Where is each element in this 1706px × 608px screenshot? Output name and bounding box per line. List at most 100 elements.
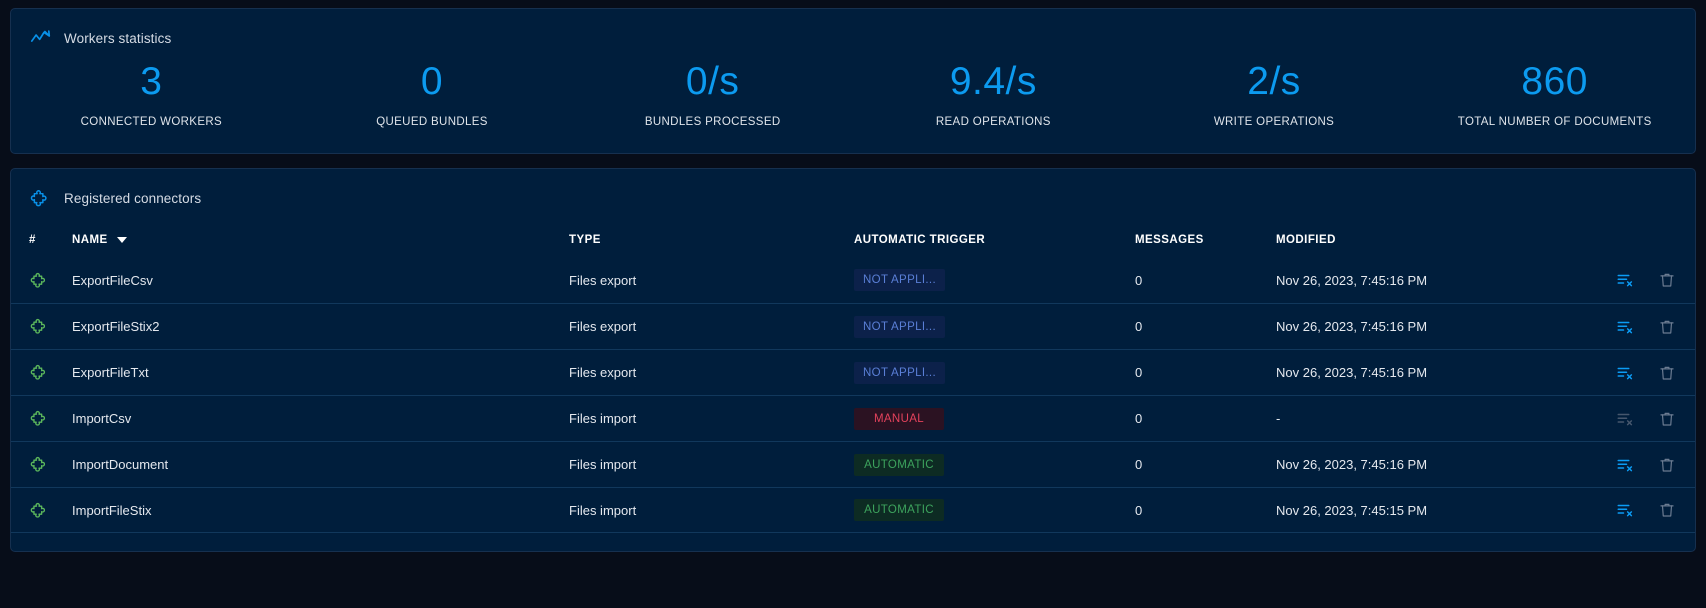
row-messages: 0 <box>1135 503 1276 518</box>
puzzle-piece-icon <box>29 455 49 475</box>
row-modified: Nov 26, 2023, 7:45:16 PM <box>1276 273 1567 288</box>
stat-label: Connected workers <box>11 116 292 128</box>
status-badge: Not appli... <box>854 362 945 384</box>
delete-icon[interactable] <box>1657 455 1677 475</box>
column-header-index[interactable]: # <box>29 234 72 246</box>
table-header-row: # Name Type Automatic trigger Messages M… <box>11 223 1695 257</box>
puzzle-piece-icon <box>29 317 49 337</box>
row-name: ImportCsv <box>72 411 569 426</box>
table-body: ExportFileCsv Files export Not appli... … <box>11 257 1695 533</box>
stat-read-operations: 9.4/s Read operations <box>853 53 1134 128</box>
row-trigger-cell: Not appli... <box>854 316 1135 338</box>
stat-bundles-processed: 0/s Bundles processed <box>572 53 853 128</box>
table-row-exportfiletxt[interactable]: ExportFileTxt Files export Not appli... … <box>11 349 1695 395</box>
row-modified: Nov 26, 2023, 7:45:16 PM <box>1276 457 1567 472</box>
row-name: ExportFileStix2 <box>72 319 569 334</box>
stat-value: 3 <box>11 59 292 105</box>
status-badge: Manual <box>854 408 944 430</box>
row-type: Files import <box>569 503 854 518</box>
clear-messages-icon[interactable] <box>1615 270 1635 290</box>
row-messages: 0 <box>1135 411 1276 426</box>
row-type: Files export <box>569 273 854 288</box>
row-actions <box>1567 317 1677 337</box>
table-row-importdocument[interactable]: ImportDocument Files import Automatic 0 … <box>11 441 1695 487</box>
stat-label: Write operations <box>1134 116 1415 128</box>
dashboard-page: Workers statistics 3 Connected workers 0… <box>0 0 1706 552</box>
row-trigger-cell: Automatic <box>854 499 1135 521</box>
row-icon-cell <box>29 270 72 290</box>
row-actions <box>1567 270 1677 290</box>
table-row-importfilestix[interactable]: ImportFileStix Files import Automatic 0 … <box>11 487 1695 533</box>
row-type: Files export <box>569 319 854 334</box>
stat-label: Total number of documents <box>1414 116 1695 128</box>
stat-value: 9.4/s <box>853 59 1134 105</box>
delete-icon[interactable] <box>1657 409 1677 429</box>
stat-label: Bundles processed <box>572 116 853 128</box>
table-row-importcsv[interactable]: ImportCsv Files import Manual 0 - <box>11 395 1695 441</box>
stat-value: 2/s <box>1134 59 1415 105</box>
puzzle-piece-icon <box>29 500 49 520</box>
status-badge: Automatic <box>854 454 944 476</box>
stat-value: 860 <box>1414 59 1695 105</box>
column-header-messages[interactable]: Messages <box>1135 234 1276 246</box>
row-name: ImportFileStix <box>72 503 569 518</box>
row-actions <box>1567 409 1677 429</box>
row-name: ImportDocument <box>72 457 569 472</box>
row-actions <box>1567 363 1677 383</box>
row-messages: 0 <box>1135 319 1276 334</box>
chevron-down-icon <box>117 237 127 243</box>
row-modified: Nov 26, 2023, 7:45:15 PM <box>1276 503 1567 518</box>
delete-icon[interactable] <box>1657 270 1677 290</box>
status-badge: Automatic <box>854 499 944 521</box>
stat-connected-workers: 3 Connected workers <box>11 53 292 128</box>
row-modified: Nov 26, 2023, 7:45:16 PM <box>1276 319 1567 334</box>
clear-messages-icon[interactable] <box>1615 317 1635 337</box>
workers-statistics-header: Workers statistics <box>11 9 1695 49</box>
stat-label: Queued bundles <box>292 116 573 128</box>
row-trigger-cell: Manual <box>854 408 1135 430</box>
row-type: Files export <box>569 365 854 380</box>
status-badge: Not appli... <box>854 316 945 338</box>
registered-connectors-header: Registered connectors <box>11 169 1695 209</box>
row-icon-cell <box>29 409 72 429</box>
clear-messages-icon[interactable] <box>1615 455 1635 475</box>
delete-icon[interactable] <box>1657 317 1677 337</box>
row-messages: 0 <box>1135 457 1276 472</box>
status-badge: Not appli... <box>854 269 945 291</box>
row-messages: 0 <box>1135 365 1276 380</box>
stat-value: 0 <box>292 59 573 105</box>
delete-icon[interactable] <box>1657 363 1677 383</box>
row-name: ExportFileCsv <box>72 273 569 288</box>
clear-messages-icon[interactable] <box>1615 409 1635 429</box>
stat-queued-bundles: 0 Queued bundles <box>292 53 573 128</box>
table-row-exportfilecsv[interactable]: ExportFileCsv Files export Not appli... … <box>11 257 1695 303</box>
table-row-exportfilestix2[interactable]: ExportFileStix2 Files export Not appli..… <box>11 303 1695 349</box>
row-actions <box>1567 500 1677 520</box>
connectors-table: # Name Type Automatic trigger Messages M… <box>11 223 1695 533</box>
row-icon-cell <box>29 317 72 337</box>
row-icon-cell <box>29 455 72 475</box>
statistics-metrics: 3 Connected workers 0 Queued bundles 0/s… <box>11 53 1695 128</box>
clear-messages-icon[interactable] <box>1615 500 1635 520</box>
registered-connectors-panel: Registered connectors # Name Type Automa… <box>10 168 1696 552</box>
puzzle-piece-icon <box>29 409 49 429</box>
row-actions <box>1567 455 1677 475</box>
column-header-trigger[interactable]: Automatic trigger <box>854 234 1135 246</box>
clear-messages-icon[interactable] <box>1615 363 1635 383</box>
stat-total-documents: 860 Total number of documents <box>1414 53 1695 128</box>
row-type: Files import <box>569 411 854 426</box>
registered-connectors-title: Registered connectors <box>64 191 201 206</box>
puzzle-piece-icon <box>29 363 49 383</box>
column-header-modified[interactable]: Modified <box>1276 234 1567 246</box>
column-header-name[interactable]: Name <box>72 234 569 246</box>
column-header-name-label: Name <box>72 234 108 246</box>
row-trigger-cell: Not appli... <box>854 269 1135 291</box>
stat-label: Read operations <box>853 116 1134 128</box>
puzzle-piece-icon <box>29 270 49 290</box>
row-trigger-cell: Not appli... <box>854 362 1135 384</box>
delete-icon[interactable] <box>1657 500 1677 520</box>
row-modified: - <box>1276 411 1567 426</box>
row-icon-cell <box>29 500 72 520</box>
column-header-type[interactable]: Type <box>569 234 854 246</box>
row-type: Files import <box>569 457 854 472</box>
